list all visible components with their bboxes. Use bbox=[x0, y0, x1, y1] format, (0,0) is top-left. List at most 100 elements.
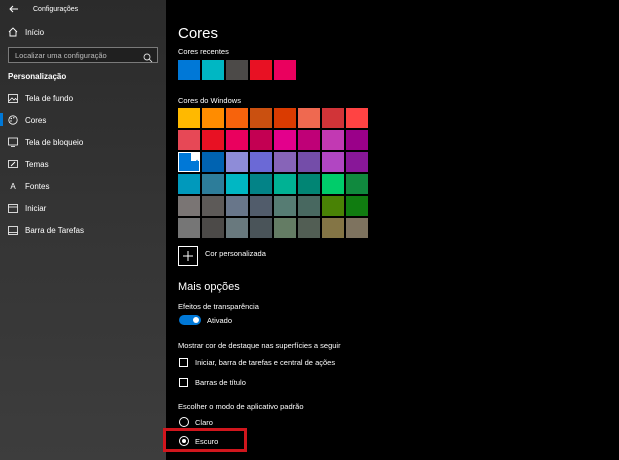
windows-color-swatch[interactable] bbox=[226, 218, 248, 238]
sidebar-item-label: Iniciar bbox=[25, 203, 47, 213]
recent-colors-label: Cores recentes bbox=[178, 47, 229, 56]
windows-color-swatch[interactable] bbox=[178, 174, 200, 194]
windows-color-swatch[interactable] bbox=[298, 152, 320, 172]
page-title: Cores bbox=[178, 25, 219, 42]
sidebar-item-label: Temas bbox=[25, 159, 49, 169]
sidebar-item-cores[interactable]: Cores bbox=[8, 115, 46, 125]
custom-color-button[interactable] bbox=[178, 246, 198, 266]
windows-color-swatch[interactable] bbox=[322, 130, 344, 150]
windows-colors-label: Cores do Windows bbox=[178, 96, 241, 105]
sidebar-item-label: Tela de fundo bbox=[25, 93, 74, 103]
start-taskbar-checkbox-label[interactable]: Iniciar, barra de tarefas e central de a… bbox=[195, 358, 335, 367]
windows-color-swatch[interactable] bbox=[298, 174, 320, 194]
windows-color-swatch[interactable] bbox=[178, 196, 200, 216]
windows-color-swatch[interactable] bbox=[226, 196, 248, 216]
search-input[interactable]: Localizar uma configuração bbox=[8, 47, 158, 63]
windows-color-swatch[interactable] bbox=[274, 108, 296, 128]
home-item[interactable]: Início bbox=[8, 27, 44, 37]
windows-color-swatch[interactable] bbox=[274, 130, 296, 150]
taskbar-icon bbox=[8, 225, 18, 235]
lock-screen-icon bbox=[8, 137, 18, 147]
search-icon[interactable] bbox=[143, 50, 153, 63]
section-heading: Personalização bbox=[8, 72, 67, 81]
light-mode-radio[interactable] bbox=[179, 417, 189, 427]
windows-color-swatch[interactable] bbox=[178, 130, 200, 150]
light-mode-label[interactable]: Claro bbox=[195, 418, 213, 427]
dark-mode-highlight-box bbox=[163, 428, 247, 452]
windows-color-swatch[interactable] bbox=[322, 196, 344, 216]
windows-color-swatch[interactable] bbox=[178, 108, 200, 128]
windows-color-swatch[interactable] bbox=[250, 152, 272, 172]
windows-color-swatch[interactable] bbox=[274, 218, 296, 238]
title-bars-checkbox[interactable] bbox=[179, 378, 188, 387]
picture-icon bbox=[8, 93, 18, 103]
sidebar-item-fontes[interactable]: A Fontes bbox=[8, 181, 49, 191]
windows-color-swatch[interactable] bbox=[202, 130, 224, 150]
windows-color-swatch[interactable] bbox=[322, 152, 344, 172]
active-indicator bbox=[0, 113, 3, 126]
plus-icon bbox=[183, 251, 193, 261]
start-icon bbox=[8, 203, 18, 213]
start-taskbar-checkbox[interactable] bbox=[179, 358, 188, 367]
windows-color-swatch[interactable] bbox=[226, 130, 248, 150]
windows-color-swatch[interactable] bbox=[226, 152, 248, 172]
windows-color-swatch[interactable] bbox=[202, 196, 224, 216]
sidebar-item-tela-de-fundo[interactable]: Tela de fundo bbox=[8, 93, 73, 103]
checkmark-icon bbox=[191, 153, 199, 165]
windows-color-swatch[interactable] bbox=[226, 108, 248, 128]
recent-color-swatch[interactable] bbox=[226, 60, 248, 80]
back-arrow-icon[interactable] bbox=[7, 2, 21, 16]
windows-color-swatch[interactable] bbox=[298, 130, 320, 150]
windows-color-swatch[interactable] bbox=[274, 174, 296, 194]
windows-color-swatch[interactable] bbox=[178, 218, 200, 238]
recent-color-swatch[interactable] bbox=[250, 60, 272, 80]
home-icon bbox=[8, 27, 18, 37]
sidebar-item-barra-de-tarefas[interactable]: Barra de Tarefas bbox=[8, 225, 84, 235]
windows-color-swatch[interactable] bbox=[346, 174, 368, 194]
transparency-label: Efeitos de transparência bbox=[178, 302, 259, 311]
title-bar: Configurações bbox=[0, 0, 166, 18]
transparency-state: Ativado bbox=[207, 316, 233, 325]
windows-color-swatch[interactable] bbox=[298, 196, 320, 216]
windows-color-swatch[interactable] bbox=[202, 218, 224, 238]
windows-color-swatch[interactable] bbox=[202, 174, 224, 194]
windows-color-swatch[interactable] bbox=[298, 218, 320, 238]
windows-color-swatch[interactable] bbox=[202, 152, 224, 172]
sidebar-item-iniciar[interactable]: Iniciar bbox=[8, 203, 46, 213]
sidebar: Configurações Início Localizar uma confi… bbox=[0, 0, 166, 460]
more-options-title: Mais opções bbox=[178, 281, 240, 293]
windows-color-swatch[interactable] bbox=[274, 196, 296, 216]
windows-color-swatch[interactable] bbox=[322, 174, 344, 194]
windows-color-swatch[interactable] bbox=[250, 108, 272, 128]
windows-color-swatch[interactable] bbox=[346, 108, 368, 128]
custom-color-label[interactable]: Cor personalizada bbox=[205, 249, 266, 258]
windows-color-swatch[interactable] bbox=[322, 108, 344, 128]
windows-color-swatch[interactable] bbox=[322, 218, 344, 238]
windows-color-swatch[interactable] bbox=[226, 174, 248, 194]
windows-color-swatch[interactable] bbox=[346, 218, 368, 238]
windows-color-swatch[interactable] bbox=[178, 152, 200, 172]
sidebar-item-temas[interactable]: Temas bbox=[8, 159, 49, 169]
sidebar-item-label: Tela de bloqueio bbox=[25, 137, 84, 147]
windows-color-swatch[interactable] bbox=[274, 152, 296, 172]
home-label: Início bbox=[25, 27, 45, 37]
windows-color-swatch[interactable] bbox=[250, 218, 272, 238]
windows-color-swatch[interactable] bbox=[346, 196, 368, 216]
windows-color-swatch[interactable] bbox=[346, 152, 368, 172]
recent-color-swatch[interactable] bbox=[202, 60, 224, 80]
windows-color-swatch[interactable] bbox=[346, 130, 368, 150]
search-placeholder: Localizar uma configuração bbox=[15, 50, 107, 60]
brush-icon bbox=[8, 159, 18, 169]
sidebar-item-label: Barra de Tarefas bbox=[25, 225, 84, 235]
transparency-toggle[interactable] bbox=[179, 315, 201, 325]
recent-color-swatch[interactable] bbox=[178, 60, 200, 80]
title-bars-checkbox-label[interactable]: Barras de título bbox=[195, 378, 246, 387]
windows-color-swatch[interactable] bbox=[250, 130, 272, 150]
windows-color-swatch[interactable] bbox=[250, 196, 272, 216]
windows-color-swatch[interactable] bbox=[298, 108, 320, 128]
toggle-knob bbox=[193, 317, 199, 323]
windows-color-swatch[interactable] bbox=[250, 174, 272, 194]
sidebar-item-tela-de-bloqueio[interactable]: Tela de bloqueio bbox=[8, 137, 83, 147]
windows-color-swatch[interactable] bbox=[202, 108, 224, 128]
recent-color-swatch[interactable] bbox=[274, 60, 296, 80]
